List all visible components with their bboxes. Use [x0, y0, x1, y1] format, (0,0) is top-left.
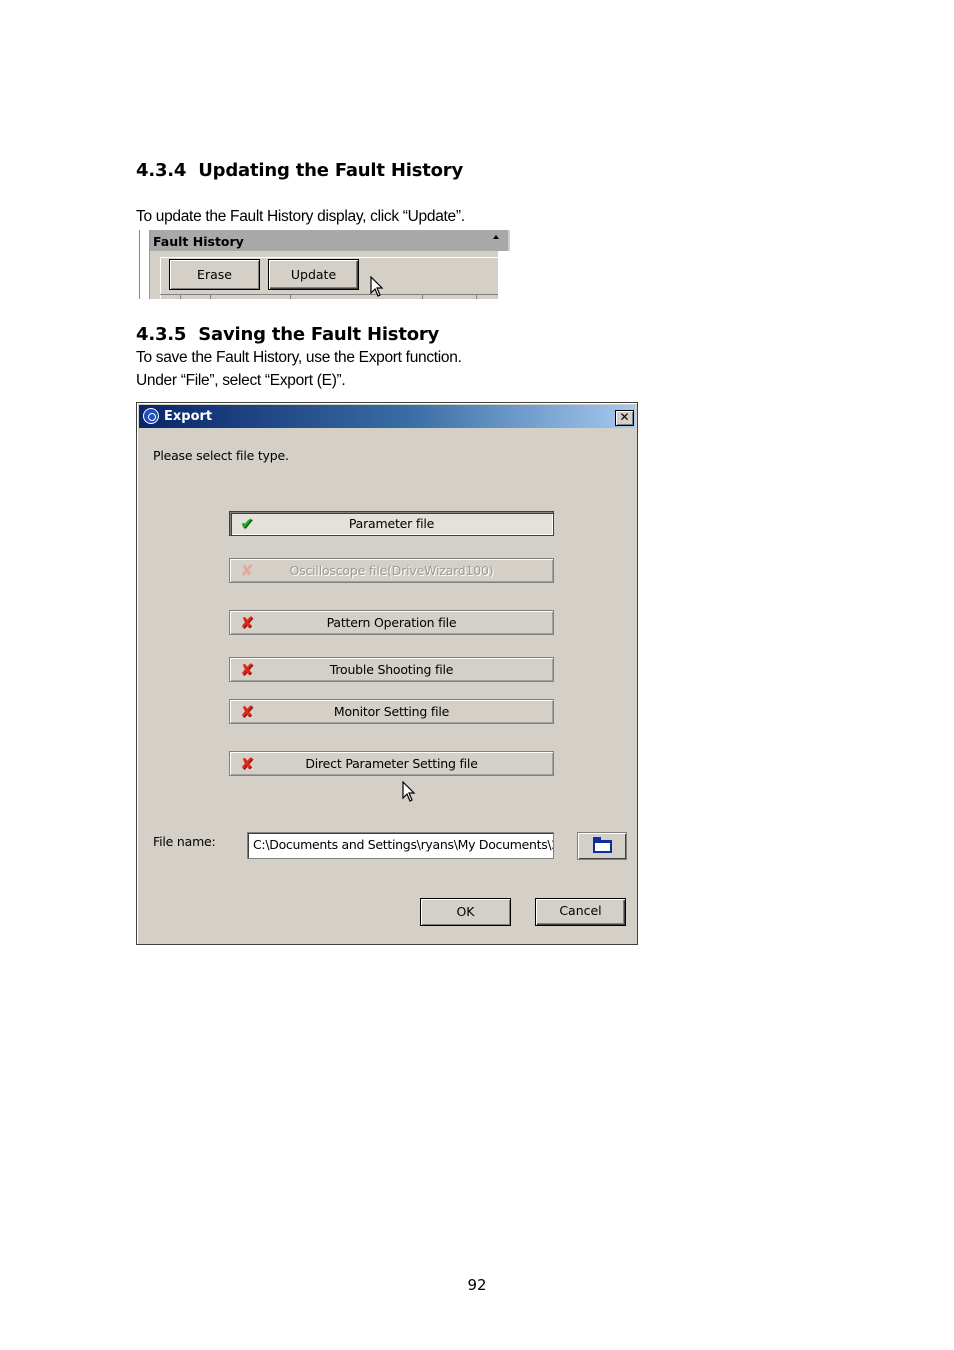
option-label: Pattern Operation file: [326, 615, 457, 630]
app-icon: [143, 408, 159, 424]
page-number: 92: [467, 1276, 487, 1294]
cancel-button[interactable]: Cancel: [535, 898, 626, 926]
left-border: [136, 230, 150, 299]
folder-icon: [593, 837, 612, 853]
section-body-line-1: To save the Fault History, use the Expor…: [136, 349, 462, 366]
browse-button[interactable]: [577, 832, 627, 860]
erase-button[interactable]: Erase: [169, 259, 260, 290]
section-heading-4-3-5: 4.3.5 Saving the Fault History: [136, 324, 439, 345]
option-oscilloscope-file: ✘ Oscilloscope file(DriveWizard100): [229, 558, 554, 583]
column-divider: [210, 295, 211, 299]
column-divider: [476, 295, 477, 299]
dialog-title: Export: [164, 409, 213, 424]
update-button[interactable]: Update: [268, 259, 359, 290]
option-label: Parameter file: [348, 516, 435, 531]
column-divider: [290, 295, 291, 299]
file-name-label: File name:: [153, 834, 216, 849]
column-divider: [180, 295, 181, 299]
file-name-input[interactable]: C:\Documents and Settings\ryans\My Docum…: [247, 832, 554, 859]
mouse-pointer-icon: [370, 276, 384, 297]
section-body-line-2: Under “File”, select “Export (E)”.: [136, 372, 346, 389]
fault-history-screenshot: Fault History Erase Update: [136, 230, 510, 299]
option-label: Monitor Setting file: [333, 704, 450, 719]
collapse-icon[interactable]: [493, 235, 499, 239]
dialog-titlebar[interactable]: Export ✕: [139, 405, 635, 428]
export-dialog: Export ✕ Please select file type. ✔ Para…: [136, 402, 638, 945]
fault-history-titlebar[interactable]: Fault History: [150, 230, 508, 251]
ok-button[interactable]: OK: [420, 898, 511, 926]
select-prompt: Please select file type.: [153, 448, 289, 463]
option-monitor-setting-file[interactable]: ✘ Monitor Setting file: [229, 699, 554, 724]
fault-history-title: Fault History: [153, 234, 244, 249]
section-title: Updating the Fault History: [198, 160, 463, 181]
section-heading-4-3-4: 4.3.4 Updating the Fault History: [136, 160, 463, 181]
option-label: Trouble Shooting file: [329, 662, 454, 677]
option-pattern-operation-file[interactable]: ✘ Pattern Operation file: [229, 610, 554, 635]
option-direct-parameter-setting-file[interactable]: ✘ Direct Parameter Setting file: [229, 751, 554, 776]
option-label: Direct Parameter Setting file: [305, 756, 478, 771]
section-number: 4.3.5: [136, 324, 187, 345]
mouse-pointer-icon: [402, 781, 416, 802]
section-body: To update the Fault History display, cli…: [136, 208, 465, 225]
column-divider: [422, 295, 423, 299]
right-border: [498, 251, 510, 299]
close-icon[interactable]: ✕: [615, 410, 634, 426]
option-trouble-shooting-file[interactable]: ✘ Trouble Shooting file: [229, 657, 554, 682]
option-parameter-file[interactable]: ✔ Parameter file: [229, 511, 554, 536]
section-number: 4.3.4: [136, 160, 187, 181]
section-title: Saving the Fault History: [198, 324, 440, 345]
option-label: Oscilloscope file(DriveWizard100): [289, 563, 494, 578]
